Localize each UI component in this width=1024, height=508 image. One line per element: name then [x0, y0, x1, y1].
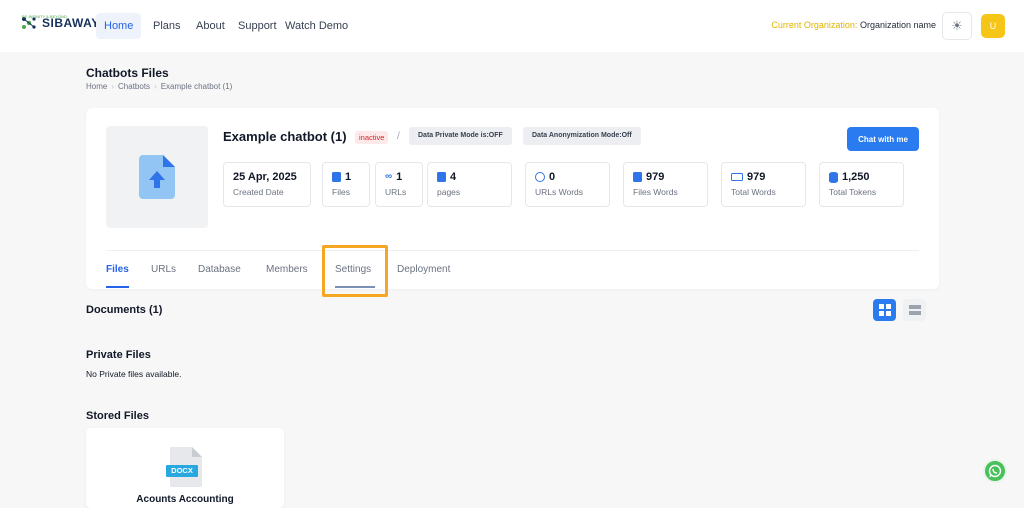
theme-toggle-button[interactable]: ☀ [942, 12, 972, 40]
nav-home[interactable]: Home [96, 13, 142, 39]
nav-watch-demo[interactable]: Watch Demo [285, 13, 348, 39]
whatsapp-icon [988, 464, 1002, 478]
private-files-empty: No Private files available. [86, 369, 182, 379]
keyboard-icon [731, 173, 743, 181]
status-badge: inactive [355, 131, 389, 144]
stat-label: Total Words [731, 187, 776, 197]
breadcrumb: Home › Chatbots › Example chatbot (1) [86, 82, 232, 91]
chatbot-card: Example chatbot (1) inactive / Data Priv… [86, 108, 939, 289]
separator: / [397, 131, 400, 142]
tab-database[interactable]: Database [198, 264, 241, 275]
private-mode-badge: Data Private Mode is:OFF [409, 127, 512, 145]
grid-icon [878, 304, 891, 316]
top-navbar: SIBAWAY BE INFINITY & BEYOND Home Plans … [0, 0, 1024, 52]
file-name: Acounts Accounting [136, 494, 234, 505]
upload-file-icon [139, 155, 175, 199]
private-files-title: Private Files [86, 349, 151, 361]
chat-with-me-button[interactable]: Chat with me [847, 127, 919, 151]
stat-value: 0 [549, 171, 556, 183]
stat-total-tokens: 1,250 Total Tokens [819, 162, 904, 207]
sun-icon: ☀ [951, 18, 963, 33]
stored-files-title: Stored Files [86, 410, 149, 422]
stat-label: Total Tokens [829, 187, 877, 197]
org-label: Current Organization: [771, 20, 858, 30]
chatbot-name: Example chatbot (1) [223, 129, 347, 144]
chatbot-thumbnail[interactable] [106, 126, 208, 228]
stat-value: 979 [747, 171, 766, 183]
word-file-icon [633, 172, 642, 182]
user-avatar[interactable]: U [981, 14, 1005, 38]
stat-value: 1,250 [842, 171, 870, 183]
stat-label: Files [332, 187, 350, 197]
stat-pages: 4 pages [427, 162, 512, 207]
stat-value: 979 [646, 171, 665, 183]
anonymization-mode-badge: Data Anonymization Mode:Off [523, 127, 641, 145]
stat-label: Created Date [233, 187, 284, 197]
org-name: Organization name [859, 20, 936, 30]
breadcrumb-separator: › [154, 82, 157, 91]
globe-icon [535, 172, 545, 182]
stat-value: 25 Apr, 2025 [233, 171, 297, 183]
stat-files: 1 Files [322, 162, 370, 207]
stat-files-words: 979 Files Words [623, 162, 708, 207]
whatsapp-button[interactable] [983, 459, 1007, 483]
tab-urls[interactable]: URLs [151, 264, 176, 275]
stat-urls-words: 0 URLs Words [525, 162, 610, 207]
stat-value: 4 [450, 171, 457, 183]
stat-value: 1 [396, 171, 403, 183]
stat-total-words: 979 Total Words [721, 162, 806, 207]
breadcrumb-separator: › [111, 82, 115, 91]
link-icon: ∞ [385, 171, 393, 182]
brand-tagline: BE INFINITY & BEYOND [22, 14, 67, 19]
file-type-label: DOCX [171, 466, 193, 475]
current-organization[interactable]: Current Organization: Organization name [771, 20, 936, 30]
stat-label: pages [437, 187, 461, 197]
stat-created-date: 25 Apr, 2025 Created Date [223, 162, 311, 207]
page-title: Chatbots Files [86, 66, 169, 80]
documents-title: Documents (1) [86, 304, 163, 316]
breadcrumb-current: Example chatbot (1) [160, 82, 233, 91]
tab-deployment[interactable]: Deployment [397, 264, 450, 275]
database-icon [829, 171, 838, 183]
nav-support[interactable]: Support [238, 13, 277, 39]
stat-label: URLs [385, 187, 407, 197]
stat-label: URLs Words [535, 187, 584, 197]
active-tab-indicator [106, 286, 129, 288]
tab-members[interactable]: Members [266, 264, 308, 275]
nav-about[interactable]: About [196, 13, 225, 39]
grid-view-button[interactable] [873, 299, 896, 321]
file-icon [332, 172, 341, 182]
settings-highlight-box [322, 245, 388, 297]
breadcrumb-home[interactable]: Home [86, 82, 107, 91]
stat-value: 1 [345, 171, 352, 183]
tab-files[interactable]: Files [106, 264, 129, 275]
file-icon [437, 172, 446, 182]
nav-plans[interactable]: Plans [153, 13, 181, 39]
stored-file-card[interactable]: DOCX Acounts Accounting [86, 428, 284, 508]
list-icon [908, 305, 921, 315]
list-view-button[interactable] [903, 299, 926, 321]
stat-label: Files Words [633, 187, 678, 197]
stat-urls: ∞ 1 URLs [375, 162, 423, 207]
card-divider [106, 250, 919, 251]
breadcrumb-chatbots[interactable]: Chatbots [118, 82, 150, 91]
